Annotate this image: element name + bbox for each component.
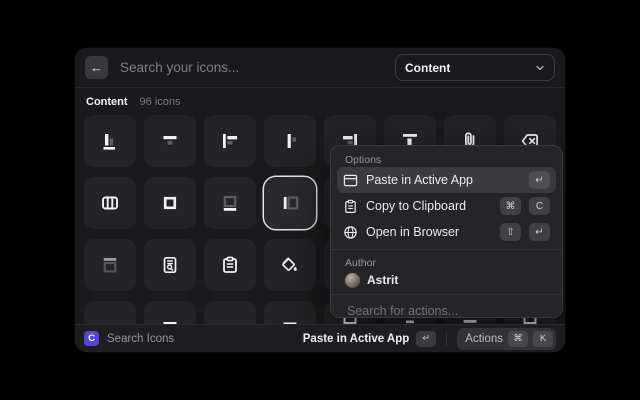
app-logo-icon: C [84, 331, 99, 346]
file-search-icon [163, 256, 177, 274]
icon-tile-color-bucket[interactable] [264, 239, 316, 291]
app-window-icon [343, 174, 358, 186]
square-icon [163, 196, 177, 210]
shift-key-badge: ⇧ [500, 223, 521, 241]
icon-tile-align-top[interactable] [144, 115, 196, 167]
author-name: Astrit [367, 273, 399, 287]
menu-item-label: Open in Browser [366, 225, 460, 239]
return-key-badge: ↵ [416, 330, 437, 347]
icon-tile-file-search[interactable] [144, 239, 196, 291]
k-key-badge: K [533, 330, 553, 347]
icon-tile-dock-bottom[interactable] [204, 177, 256, 229]
footer-app-name: Search Icons [107, 332, 175, 345]
menu-divider [331, 294, 562, 295]
dock-left-icon [283, 196, 299, 210]
align-left-icon [223, 134, 237, 148]
menu-item-author-astrit[interactable]: Astrit [337, 270, 556, 290]
author-avatar [345, 272, 360, 288]
menu-item-open-in-browser[interactable]: Open in Browser ⇧ ↵ [337, 219, 556, 245]
footer-separator [446, 331, 448, 346]
align-bottom-icon [103, 134, 115, 150]
menu-divider [331, 249, 562, 250]
options-section-label: Options [345, 154, 382, 166]
arrow-left-icon: ← [90, 60, 103, 75]
section-heading: Content 96 icons [75, 88, 565, 114]
actions-menu-button[interactable]: Actions ⌘ K [457, 327, 556, 350]
icon-tile-align-middle[interactable] [264, 115, 316, 167]
search-input[interactable] [118, 59, 385, 76]
clipboard-icon [345, 199, 356, 213]
menu-item-label: Paste in Active App [366, 173, 474, 187]
icon-tile-clipboard[interactable] [204, 239, 256, 291]
options-context-menu: Options Paste in Active App ↵ Copy to Cl… [330, 145, 563, 318]
category-dropdown[interactable]: Content [395, 54, 555, 81]
command-key-badge: ⌘ [508, 330, 528, 347]
command-key-badge: ⌘ [500, 197, 521, 215]
category-dropdown-value: Content [405, 60, 451, 75]
return-key-badge: ↵ [529, 171, 550, 189]
icon-tile-square[interactable] [144, 177, 196, 229]
color-bucket-icon [282, 257, 297, 271]
footer-actions: Paste in Active App ↵ Actions ⌘ K [303, 327, 556, 350]
icon-tile-columns[interactable] [84, 177, 136, 229]
action-search-row [337, 299, 556, 317]
footer-bar: C Search Icons Paste in Active App ↵ Act… [75, 324, 565, 352]
align-middle-icon [287, 134, 296, 148]
author-section-label: Author [345, 257, 376, 269]
icon-tile-dock-left-selected[interactable] [264, 177, 316, 229]
back-button[interactable]: ← [85, 56, 108, 79]
c-key-badge: C [529, 197, 550, 215]
return-key-badge: ↵ [529, 223, 550, 241]
dock-bottom-icon [223, 195, 237, 211]
actions-label: Actions [465, 332, 503, 345]
icon-tile-align-left[interactable] [204, 115, 256, 167]
dock-top-icon [103, 258, 117, 273]
header-bar: ← Content [75, 48, 565, 87]
menu-item-label: Copy to Clipboard [366, 199, 467, 213]
columns-icon [102, 196, 118, 210]
clipboard-icon [223, 256, 237, 273]
footer-primary-action[interactable]: Paste in Active App [303, 333, 410, 345]
action-search-input[interactable] [345, 303, 548, 317]
globe-icon [344, 225, 357, 239]
menu-item-paste-in-active-app[interactable]: Paste in Active App ↵ [337, 167, 556, 193]
align-top-icon [163, 136, 177, 145]
section-title: Content [86, 96, 128, 108]
chevron-down-icon [536, 65, 544, 70]
icon-tile-align-bottom[interactable] [84, 115, 136, 167]
section-icon-count: 96 icons [139, 96, 181, 108]
icon-search-window: ← Content Content 96 icons [75, 48, 565, 352]
menu-item-copy-to-clipboard[interactable]: Copy to Clipboard ⌘ C [337, 193, 556, 219]
icon-tile-dock-top[interactable] [84, 239, 136, 291]
